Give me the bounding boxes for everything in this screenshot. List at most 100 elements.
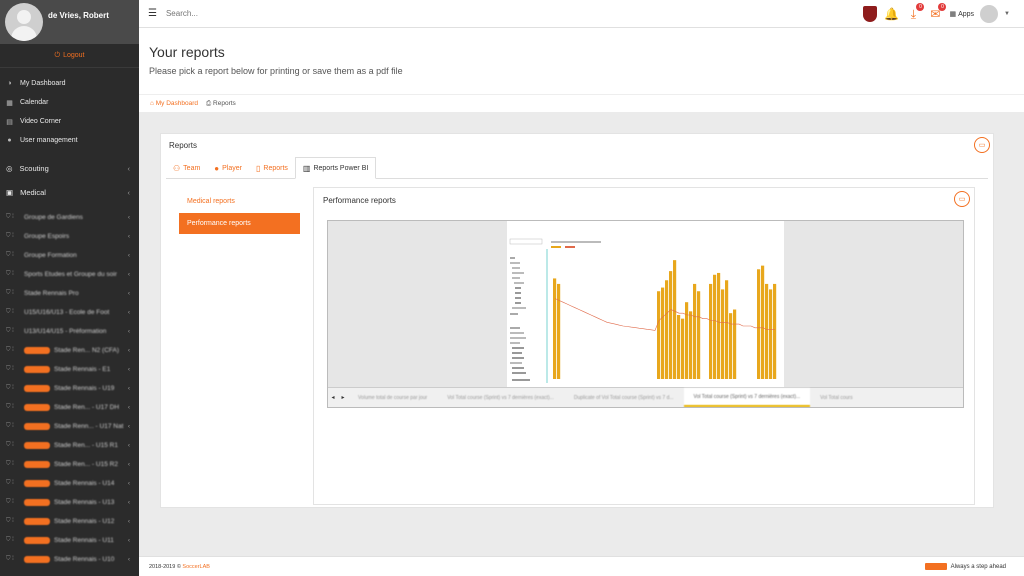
powerbi-page-tab[interactable]: Vol Total cours (810, 388, 862, 407)
team-icon: ⛉ ⁞ (6, 252, 14, 258)
bar (685, 302, 689, 379)
prev-page-icon[interactable]: ◂ (328, 394, 338, 401)
sidebar-team-item[interactable]: ⛉ ⁞ Stade Rennais - U19 ‹ (0, 379, 139, 398)
team-tag (24, 423, 50, 430)
bar (761, 265, 765, 379)
chat-icon[interactable]: ✉ 0 (927, 3, 947, 22)
sidebar-team-item[interactable]: ⛉ ⁞ Groupe de Gardiens ‹ (0, 208, 139, 227)
breadcrumb: ⌂ My Dashboard ⎙ Reports (139, 94, 1024, 112)
powerbi-page-tab[interactable]: Vol Total course (Sprint) vs 7 dernières… (437, 388, 564, 407)
sidebar-item-video-corner[interactable]: ▤ Video Corner (0, 112, 139, 131)
breadcrumb-home[interactable]: ⌂ My Dashboard (150, 100, 198, 107)
team-icon: ⛉ ⁞ (6, 518, 14, 524)
tab-label: Reports (263, 164, 288, 172)
calendar-icon: ▦ (6, 99, 13, 107)
caret-down-icon[interactable]: ▼ (1004, 11, 1010, 17)
breadcrumb-current: ⎙ Reports (206, 100, 236, 108)
bar (665, 280, 669, 379)
sidebar-team-item[interactable]: ⛉ ⁞ U15/U16/U13 - Ecole de Foot ‹ (0, 303, 139, 322)
bar (769, 289, 773, 379)
bar (757, 269, 761, 379)
team-label: Groupe Formation (24, 252, 77, 259)
tab-player[interactable]: ● Player (207, 157, 249, 179)
sidebar-team-item[interactable]: ⛉ ⁞ Stade Ren... N2 (CFA) ‹ (0, 341, 139, 360)
bar (673, 260, 677, 379)
bar (729, 313, 733, 379)
present-icon[interactable]: ▭ (974, 137, 990, 153)
powerbi-page-tab[interactable]: Vol Total course (Sprint) vs 7 dernières… (683, 388, 811, 407)
sidebar-team-item[interactable]: ⛉ ⁞ Stade Ren... - U15 R1 ‹ (0, 436, 139, 455)
sidebar-item-user-management[interactable]: ● User management (0, 131, 139, 150)
team-icon: ⛉ ⁞ (6, 214, 14, 220)
powerbi-page-tab[interactable]: Volume total de course par jour (348, 388, 437, 407)
team-icon: ⛉ ⁞ (6, 442, 14, 448)
sidebar-team-item[interactable]: ⛉ ⁞ Stade Ren... - U17 DH ‹ (0, 398, 139, 417)
chevron-left-icon: ‹ (124, 233, 130, 240)
topbar-actions: 🔔 ⤓ 0 ✉ 0 ▦ Apps ▼ (863, 3, 1010, 24)
team-label: Stade Rennais - U11 (54, 537, 114, 544)
sidebar-item-label: My Dashboard (20, 80, 66, 87)
club-logo-icon[interactable] (863, 6, 878, 22)
report-box: Performance reports ▭ ◂ ▸ Volume total d… (313, 187, 975, 505)
sidebar-section-medical[interactable]: ▣ Medical ‹ (0, 180, 139, 204)
bar (765, 283, 769, 379)
sidebar-team-item[interactable]: ⛉ ⁞ Stade Rennais - U14 ‹ (0, 474, 139, 493)
menu-toggle-icon[interactable]: ☰ (148, 8, 157, 19)
page-header: Your reports Please pick a report below … (139, 28, 1024, 94)
sidebar-team-item[interactable]: ⛉ ⁞ U13/U14/U15 - Préformation ‹ (0, 322, 139, 341)
menu-item-medical-reports[interactable]: Medical reports (179, 191, 300, 212)
powerbi-page-tab[interactable]: Duplicate of Vol Total course (Sprint) v… (564, 388, 684, 407)
sidebar-team-item[interactable]: ⛉ ⁞ Stade Rennais - U11 ‹ (0, 531, 139, 550)
bar-chart-icon: ▥ (302, 163, 311, 173)
team-tag (24, 442, 50, 449)
chevron-left-icon: ‹ (124, 290, 130, 297)
bar (709, 283, 713, 379)
sidebar-team-item[interactable]: ⛉ ⁞ Sports Etudes et Groupe du soir ‹ (0, 265, 139, 284)
powerbi-frame[interactable]: ◂ ▸ Volume total de course par jour Vol Tot… (327, 220, 964, 408)
present-icon[interactable]: ▭ (954, 191, 970, 207)
download-icon[interactable]: ⤓ 0 (905, 3, 925, 22)
next-page-icon[interactable]: ▸ (338, 394, 348, 401)
sidebar-team-item[interactable]: ⛉ ⁞ Stade Rennais - U13 ‹ (0, 493, 139, 512)
sidebar-item-label: Video Corner (20, 118, 62, 125)
brand-link[interactable]: SoccerLAB (182, 564, 210, 570)
sidebar-section-label: Scouting (19, 163, 49, 173)
sidebar-team-item[interactable]: ⛉ ⁞ Groupe Espoirs ‹ (0, 227, 139, 246)
sidebar-team-item[interactable]: ⛉ ⁞ Stade Rennais Pro ‹ (0, 284, 139, 303)
sidebar-item-label: Calendar (20, 99, 49, 106)
sidebar-team-item[interactable]: ⛉ ⁞ Stade Rennais - U12 ‹ (0, 512, 139, 531)
sidebar-item-my-dashboard[interactable]: ◑ My Dashboard (0, 74, 139, 93)
bell-icon[interactable]: 🔔 (883, 6, 899, 22)
logout-label: Logout (63, 52, 85, 59)
sidebar-team-item[interactable]: ⛉ ⁞ Stade Rennais - E1 ‹ (0, 360, 139, 379)
team-label: Stade Renn... - U17 Nat (54, 423, 124, 430)
team-label: Sports Etudes et Groupe du soir (24, 271, 117, 278)
footer: 2018-2019 © SoccerLAB Always a step ahea… (139, 556, 1024, 576)
powerbi-canvas (507, 221, 784, 387)
menu-item-performance-reports[interactable]: Performance reports (179, 213, 300, 234)
logout-link[interactable]: ⏻ Logout (0, 44, 139, 68)
sidebar-section-scouting[interactable]: ◎ Scouting ‹ (0, 156, 139, 180)
bar (661, 287, 665, 379)
bar (681, 318, 685, 379)
chevron-left-icon: ‹ (124, 423, 130, 430)
sidebar-team-item[interactable]: ⛉ ⁞ Stade Rennais - U10 ‹ (0, 550, 139, 569)
tab-team[interactable]: ⚇ Team (166, 157, 207, 179)
sidebar-team-item[interactable]: ⛉ ⁞ Groupe Formation ‹ (0, 246, 139, 265)
report-title: Performance reports (323, 196, 396, 205)
sidebar-team-item[interactable]: ⛉ ⁞ Stade Renn... - U17 Nat ‹ (0, 417, 139, 436)
sidebar-item-calendar[interactable]: ▦ Calendar (0, 93, 139, 112)
team-label: Stade Ren... N2 (CFA) (54, 347, 120, 354)
apps-button[interactable]: ▦ Apps (949, 10, 974, 19)
sidebar-team-item[interactable]: ⛉ ⁞ Stade Ren... - U15 R2 ‹ (0, 455, 139, 474)
avatar[interactable] (5, 3, 43, 41)
team-icon: ⛉ ⁞ (6, 537, 14, 543)
search-input[interactable] (165, 9, 366, 18)
tab-reports[interactable]: ▯ Reports (249, 157, 295, 179)
tab-reports-power-bi[interactable]: ▥ Reports Power BI (294, 157, 377, 179)
bar (557, 283, 561, 379)
bar (713, 274, 717, 379)
team-icon: ⛉ ⁞ (6, 309, 14, 315)
users-icon: ⚇ (173, 163, 181, 173)
user-avatar[interactable] (980, 5, 999, 23)
